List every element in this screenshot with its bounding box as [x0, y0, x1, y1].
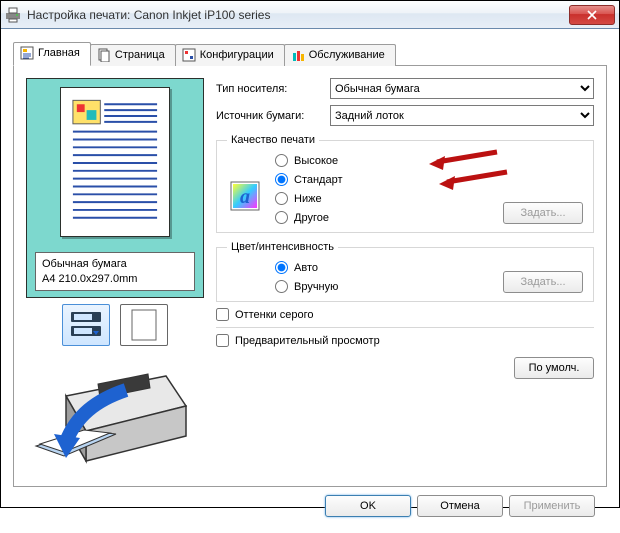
tab-service-icon [291, 48, 305, 62]
quality-high-row[interactable]: Высокое [275, 154, 405, 167]
color-manual-label: Вручную [294, 281, 338, 293]
preview-label: Предварительный просмотр [235, 335, 380, 347]
color-auto-row[interactable]: Авто [275, 261, 405, 274]
close-button[interactable] [569, 5, 615, 25]
tab-service-label: Обслуживание [309, 49, 385, 61]
tab-config[interactable]: Конфигурации [175, 44, 285, 66]
quality-set-button[interactable]: Задать... [503, 202, 583, 224]
preview-page [60, 87, 170, 237]
tab-page-icon [97, 48, 111, 62]
color-manual-radio[interactable] [275, 280, 288, 293]
tab-strip: Главная Страница Конфигурации Обслуживан… [13, 41, 607, 65]
quality-standard-icon: a [230, 181, 260, 211]
tab-main-icon [20, 46, 34, 60]
titlebar: Настройка печати: Canon Inkjet iP100 ser… [1, 1, 619, 29]
tab-config-icon [182, 48, 196, 62]
tab-service[interactable]: Обслуживание [284, 44, 396, 66]
color-group: Цвет/интенсивность Авто Вручную Задать..… [216, 241, 594, 302]
preview-label: Обычная бумага A4 210.0x297.0mm [35, 252, 195, 291]
preview-media-text: Обычная бумага [42, 257, 188, 271]
preview-size-text: A4 210.0x297.0mm [42, 272, 188, 286]
window-title: Настройка печати: Canon Inkjet iP100 ser… [27, 8, 569, 22]
color-auto-radio[interactable] [275, 261, 288, 274]
quality-low-row[interactable]: Ниже [275, 192, 405, 205]
tab-panel: Обычная бумага A4 210.0x297.0mm [13, 65, 607, 487]
tab-config-label: Конфигурации [200, 49, 274, 61]
quality-other-row[interactable]: Другое [275, 211, 405, 224]
paper-source-label: Источник бумаги: [216, 110, 322, 122]
media-type-label: Тип носителя: [216, 83, 322, 95]
tab-main[interactable]: Главная [13, 42, 91, 66]
grayscale-checkbox[interactable] [216, 308, 229, 321]
preview-box: Обычная бумага A4 210.0x297.0mm [26, 78, 204, 298]
apply-button[interactable]: Применить [509, 495, 595, 517]
preview-checkbox[interactable] [216, 334, 229, 347]
defaults-button[interactable]: По умолч. [514, 357, 594, 379]
printer-icon [5, 7, 21, 23]
divider [216, 327, 594, 328]
quality-other-radio[interactable] [275, 211, 288, 224]
quality-group: Качество печати a Высокое [216, 134, 594, 233]
printer-illustration [26, 356, 204, 476]
quality-high-radio[interactable] [275, 154, 288, 167]
color-auto-label: Авто [294, 262, 318, 274]
color-manual-row[interactable]: Вручную [275, 280, 405, 293]
quality-legend: Качество печати [227, 134, 319, 146]
tab-page[interactable]: Страница [90, 44, 176, 66]
quality-other-label: Другое [294, 212, 329, 224]
mode-button-info[interactable] [62, 304, 110, 346]
ok-button[interactable]: OK [325, 495, 411, 517]
color-set-button[interactable]: Задать... [503, 271, 583, 293]
svg-text:a: a [240, 186, 250, 208]
quality-standard-radio[interactable] [275, 173, 288, 186]
quality-standard-row[interactable]: Стандарт [275, 173, 405, 186]
tab-page-label: Страница [115, 49, 165, 61]
quality-low-label: Ниже [294, 193, 322, 205]
quality-standard-label: Стандарт [294, 174, 343, 186]
quality-low-radio[interactable] [275, 192, 288, 205]
cancel-button[interactable]: Отмена [417, 495, 503, 517]
tab-main-label: Главная [38, 47, 80, 59]
quality-high-label: Высокое [294, 155, 338, 167]
paper-source-select[interactable]: Задний лоток [330, 105, 594, 126]
mode-button-page[interactable] [120, 304, 168, 346]
media-type-select[interactable]: Обычная бумага [330, 78, 594, 99]
grayscale-label: Оттенки серого [235, 309, 313, 321]
color-legend: Цвет/интенсивность [227, 241, 338, 253]
